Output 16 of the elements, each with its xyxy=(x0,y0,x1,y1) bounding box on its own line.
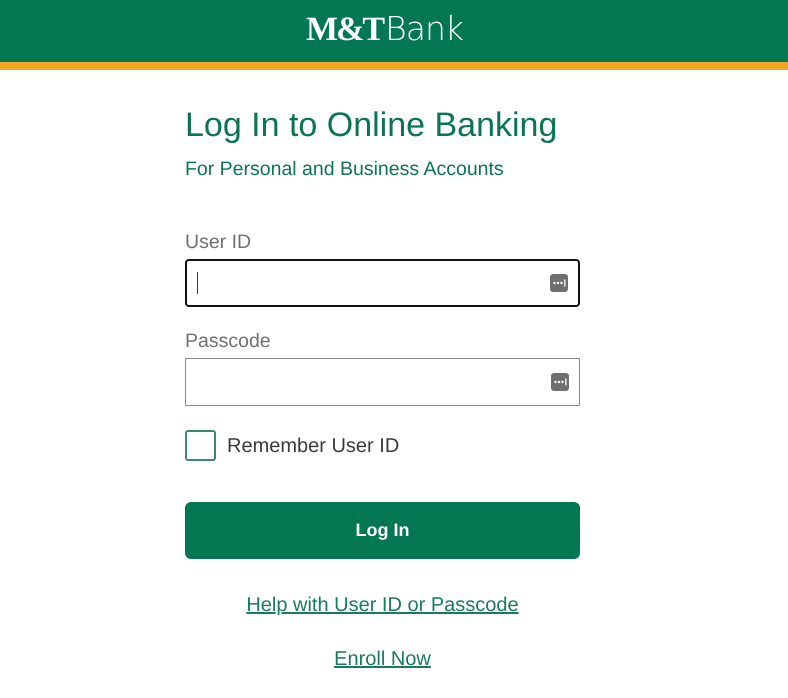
password-dots-icon[interactable] xyxy=(550,274,568,292)
logo-wordmark: Bank xyxy=(385,10,463,48)
page-subtitle: For Personal and Business Accounts xyxy=(185,157,504,181)
remember-checkbox[interactable] xyxy=(185,430,216,461)
user-id-field[interactable] xyxy=(185,259,580,307)
field-label: Passcode xyxy=(185,329,271,353)
passcode-field[interactable] xyxy=(185,358,580,406)
page-title: Log In to Online Banking xyxy=(185,105,558,145)
password-dots-icon[interactable] xyxy=(551,373,569,391)
logo-mark: M&T xyxy=(306,10,384,48)
enroll-link[interactable]: Enroll Now xyxy=(334,647,431,671)
text-cursor-icon xyxy=(197,272,198,294)
field-label: User ID xyxy=(185,230,252,254)
checkbox-label: Remember User ID xyxy=(227,434,400,458)
login-button[interactable]: Log In xyxy=(185,502,580,559)
help-link[interactable]: Help with User ID or Passcode xyxy=(246,593,519,617)
